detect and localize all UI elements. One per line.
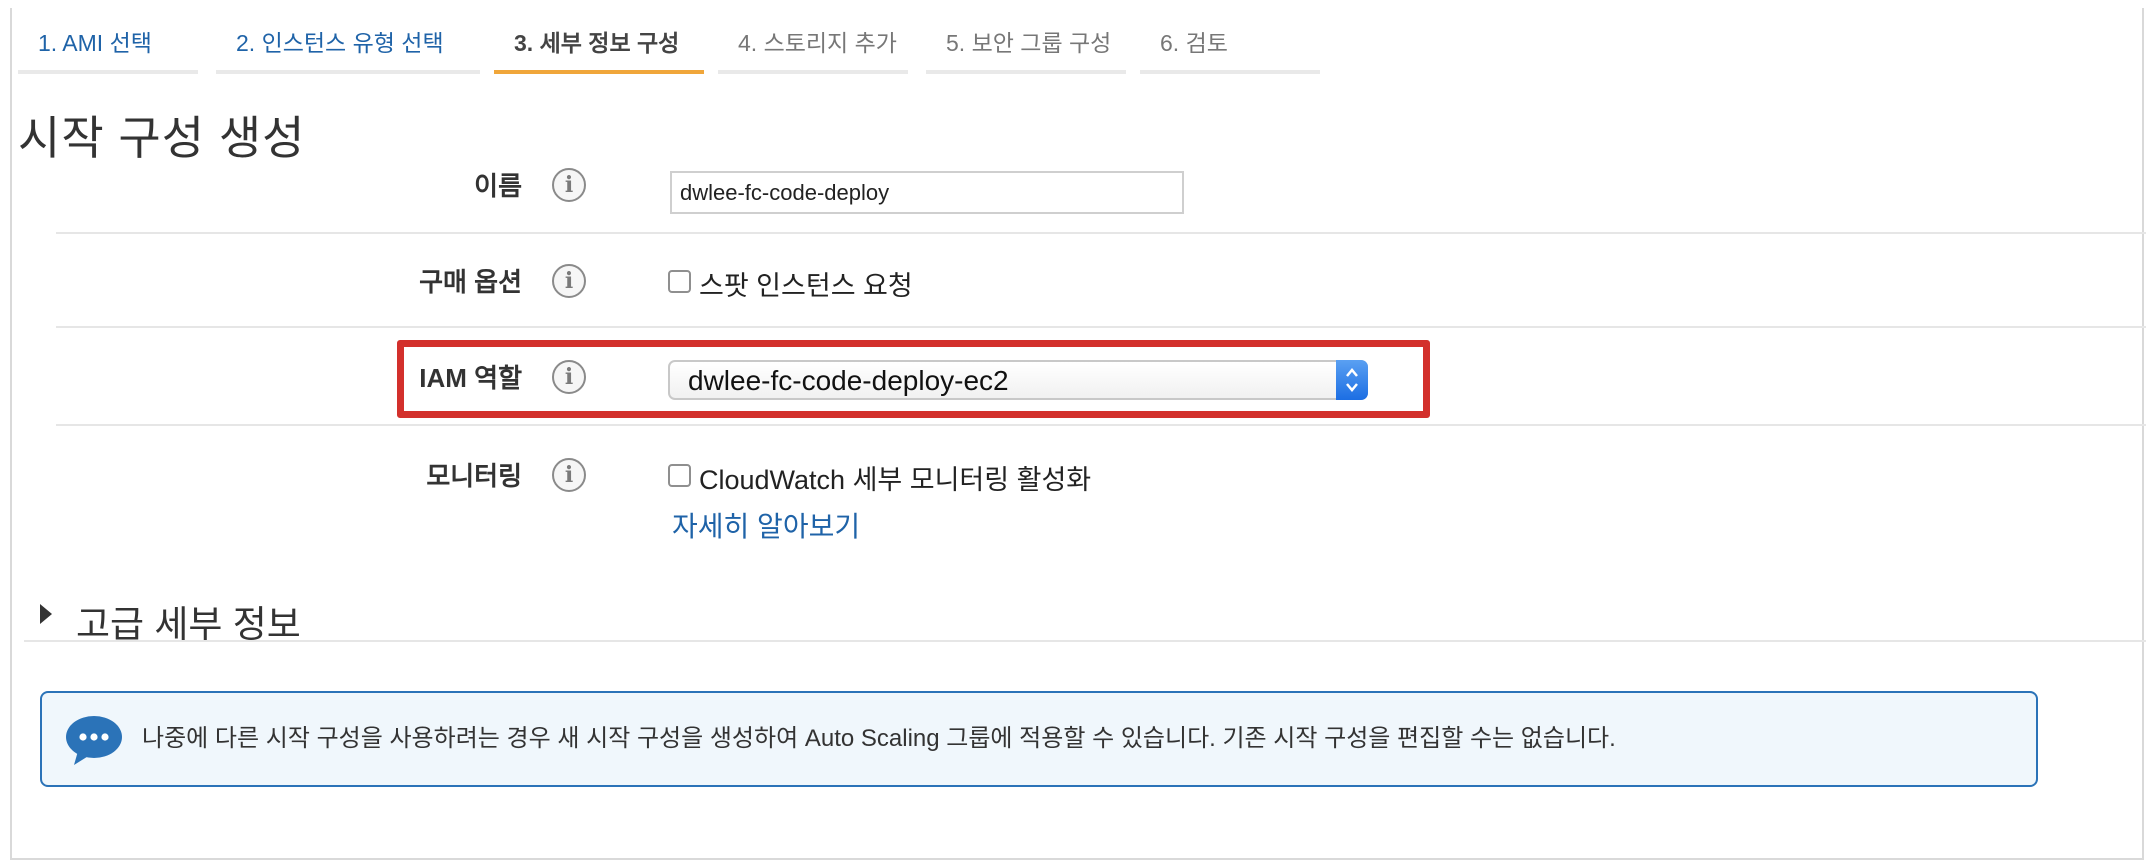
- cloudwatch-monitoring-label: CloudWatch 세부 모니터링 활성화: [699, 465, 1092, 495]
- spot-instance-checkbox[interactable]: [668, 270, 691, 293]
- notice-text: 나중에 다른 시작 구성을 사용하려는 경우 새 시작 구성을 생성하여 Aut…: [142, 725, 1616, 752]
- info-icon[interactable]: i: [552, 264, 586, 298]
- row-divider: [56, 326, 2146, 328]
- monitoring-label: 모니터링: [426, 461, 522, 491]
- row-divider: [56, 424, 2146, 426]
- row-divider: [56, 232, 2146, 234]
- purchase-option-label: 구매 옵션: [419, 267, 522, 297]
- tab-review[interactable]: 6. 검토: [1140, 20, 1320, 74]
- page-title: 시작 구성 생성: [18, 112, 306, 164]
- info-icon[interactable]: i: [552, 360, 586, 394]
- section-divider: [24, 640, 2146, 642]
- name-input[interactable]: [670, 171, 1184, 214]
- info-icon[interactable]: i: [552, 458, 586, 492]
- iam-role-selected-value: dwlee-fc-code-deploy-ec2: [688, 365, 1009, 396]
- tab-configure-details[interactable]: 3. 세부 정보 구성: [494, 20, 704, 74]
- tab-add-storage[interactable]: 4. 스토리지 추가: [718, 20, 908, 74]
- cloudwatch-monitoring-checkbox[interactable]: [668, 464, 691, 487]
- spot-instance-label: 스팟 인스턴스 요청: [699, 271, 913, 301]
- chat-bubble-icon: [64, 715, 124, 767]
- info-icon[interactable]: i: [552, 168, 586, 202]
- name-label: 이름: [474, 171, 522, 201]
- iam-role-select[interactable]: dwlee-fc-code-deploy-ec2: [668, 360, 1368, 400]
- info-notice: 나중에 다른 시작 구성을 사용하려는 경우 새 시작 구성을 생성하여 Aut…: [40, 691, 2038, 787]
- tab-security-group[interactable]: 5. 보안 그룹 구성: [926, 20, 1126, 74]
- tab-ami[interactable]: 1. AMI 선택: [18, 20, 198, 74]
- select-arrows-icon: [1336, 360, 1368, 400]
- iam-role-label: IAM 역할: [419, 363, 522, 393]
- tab-instance-type[interactable]: 2. 인스턴스 유형 선택: [216, 20, 480, 74]
- caret-right-icon: [40, 604, 52, 624]
- wizard-panel: 1. AMI 선택 2. 인스턴스 유형 선택 3. 세부 정보 구성 4. 스…: [10, 8, 2146, 860]
- learn-more-link[interactable]: 자세히 알아보기: [672, 505, 860, 545]
